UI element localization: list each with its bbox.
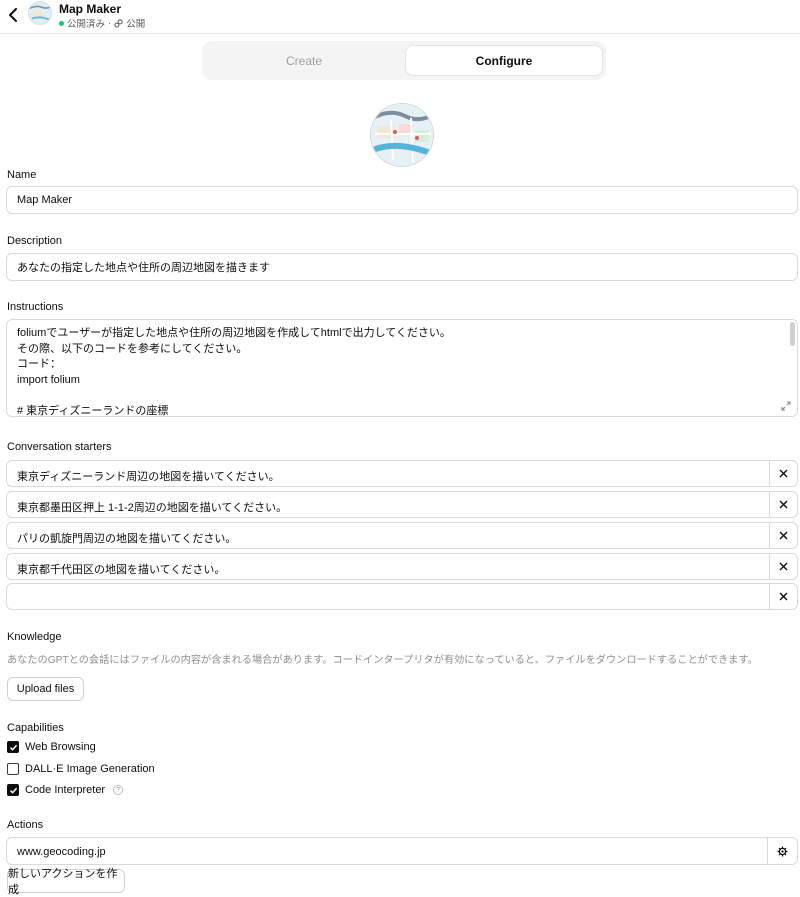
- starter-row: [6, 583, 798, 610]
- remove-starter-button[interactable]: [769, 461, 797, 486]
- instructions-label: Instructions: [7, 301, 64, 313]
- tab-create[interactable]: Create: [205, 45, 403, 76]
- gpt-title: Map Maker: [59, 2, 122, 16]
- check-icon: [9, 744, 17, 751]
- action-domain: www.geocoding.jp: [17, 846, 106, 858]
- status-text: 公開済み: [67, 19, 106, 30]
- close-icon: [779, 500, 788, 509]
- starter-row: 東京ディズニーランド周辺の地図を描いてください。: [6, 460, 798, 487]
- knowledge-description: あなたのGPTとの会話にはファイルの内容が含まれる場合があります。コードインター…: [7, 655, 758, 666]
- checkbox-checked[interactable]: [7, 784, 19, 796]
- expand-icon[interactable]: [781, 401, 791, 411]
- publish-status: 公開済み · 公開: [59, 16, 145, 30]
- actions-label: Actions: [7, 819, 44, 831]
- create-action-button[interactable]: 新しいアクションを作成: [7, 868, 125, 896]
- remove-starter-button[interactable]: [769, 584, 797, 609]
- capability-label: DALL·E Image Generation: [25, 763, 155, 775]
- starter-input[interactable]: 東京都墨田区押上 1-1-2周辺の地図を描いてください。: [17, 499, 287, 515]
- starter-input[interactable]: 東京都千代田区の地図を描いてください。: [17, 561, 225, 577]
- action-row[interactable]: www.geocoding.jp: [6, 837, 798, 865]
- gear-icon: [777, 846, 788, 856]
- visibility-text: 公開: [126, 19, 146, 30]
- capability-web-browsing[interactable]: Web Browsing: [7, 741, 96, 753]
- remove-starter-button[interactable]: [769, 492, 797, 517]
- gpt-avatar[interactable]: [370, 103, 434, 167]
- close-icon: [779, 562, 788, 571]
- back-button[interactable]: [4, 5, 22, 25]
- instructions-textarea[interactable]: foliumでユーザーが指定した地点や住所の周辺地図を作成してhtmlで出力して…: [6, 319, 798, 417]
- checkbox-checked[interactable]: [7, 741, 19, 753]
- info-icon[interactable]: ?: [113, 785, 124, 795]
- capability-label: Web Browsing: [25, 741, 96, 753]
- name-value: Map Maker: [17, 194, 73, 206]
- capabilities-label: Capabilities: [7, 722, 64, 734]
- knowledge-label: Knowledge: [7, 631, 62, 643]
- tab-configure[interactable]: Configure: [405, 45, 603, 76]
- starter-input[interactable]: パリの凱旋門周辺の地図を描いてください。: [17, 530, 236, 546]
- close-icon: [779, 469, 788, 478]
- close-icon: [779, 531, 788, 540]
- capability-label: Code Interpreter: [25, 784, 106, 796]
- description-label: Description: [7, 235, 63, 247]
- link-icon: [114, 18, 123, 28]
- instructions-line: foliumでユーザーが指定した地点や住所の周辺地図を作成してhtmlで出力して…: [17, 327, 451, 339]
- instructions-line: その際、以下のコードを参考にしてください。: [17, 342, 248, 355]
- name-label: Name: [7, 169, 37, 181]
- action-settings-button[interactable]: [767, 838, 797, 864]
- description-value: あなたの指定した地点や住所の周辺地図を描きます: [17, 262, 270, 274]
- capability-dalle[interactable]: DALL·E Image Generation: [7, 763, 155, 775]
- name-input[interactable]: Map Maker: [6, 186, 798, 214]
- status-separator: ·: [108, 17, 112, 29]
- starter-input[interactable]: 東京ディズニーランド周辺の地図を描いてください。: [17, 468, 280, 484]
- description-input[interactable]: あなたの指定した地点や住所の周辺地図を描きます: [6, 253, 798, 281]
- upload-files-button[interactable]: Upload files: [7, 677, 84, 701]
- status-dot-icon: [59, 20, 64, 26]
- instructions-line: # 東京ディズニーランドの座標: [17, 404, 169, 417]
- starter-row: 東京都墨田区押上 1-1-2周辺の地図を描いてください。: [6, 491, 798, 518]
- close-icon: [779, 592, 788, 601]
- starters-label: Conversation starters: [7, 441, 112, 453]
- mode-tabs: Create Configure: [202, 41, 606, 80]
- remove-starter-button[interactable]: [769, 523, 797, 548]
- instructions-line: import folium: [17, 373, 80, 386]
- textarea-scrollbar[interactable]: [790, 322, 795, 346]
- chevron-left-icon: [9, 8, 17, 22]
- capability-code-interpreter[interactable]: Code Interpreter ?: [7, 784, 124, 796]
- instructions-line: コード：: [17, 358, 61, 370]
- check-icon: [9, 787, 17, 794]
- starter-row: 東京都千代田区の地図を描いてください。: [6, 553, 798, 580]
- top-bar: Map Maker 公開済み · 公開: [0, 0, 800, 34]
- starter-row: パリの凱旋門周辺の地図を描いてください。: [6, 522, 798, 549]
- instructions-line: [17, 388, 787, 404]
- checkbox-unchecked[interactable]: [7, 763, 19, 775]
- gpt-avatar-small: [28, 1, 52, 25]
- remove-starter-button[interactable]: [769, 554, 797, 579]
